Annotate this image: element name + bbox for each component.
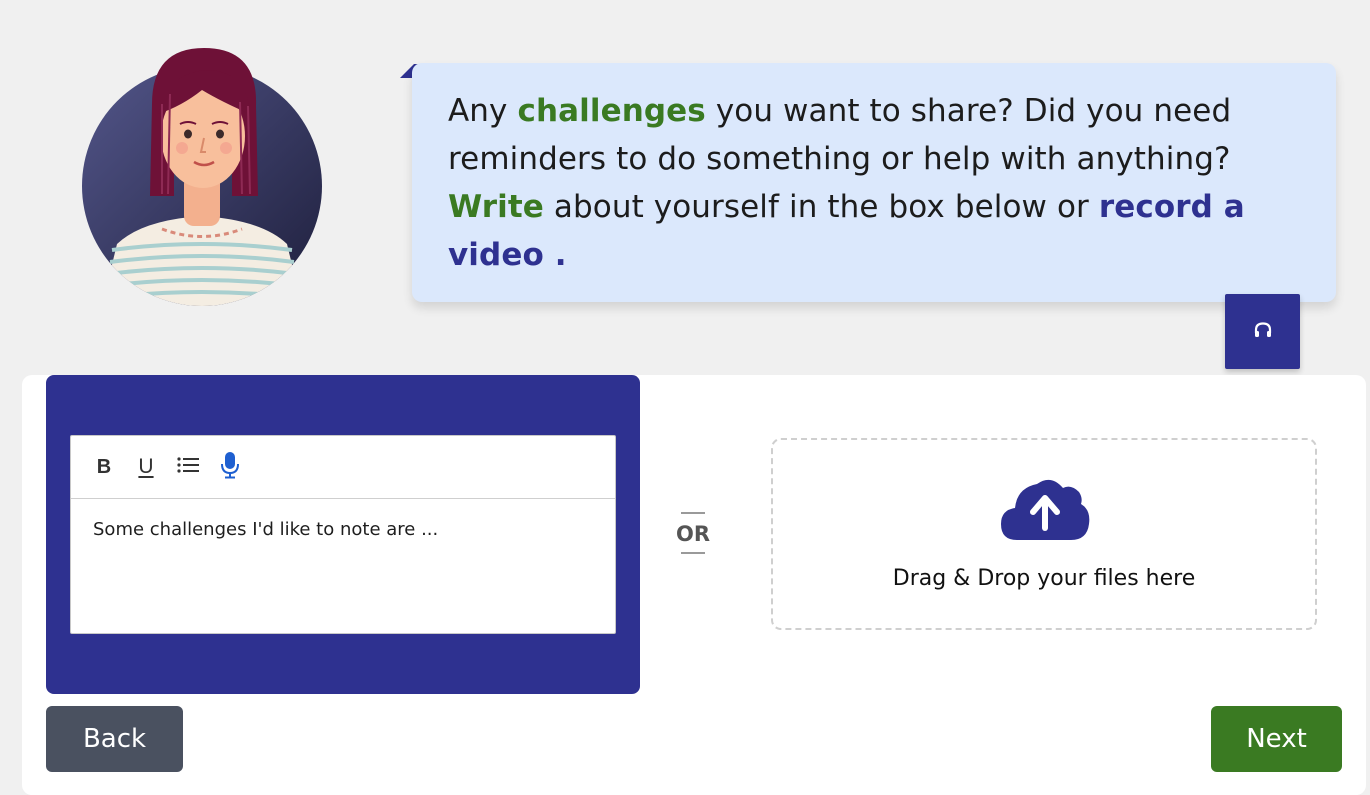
bulleted-list-button[interactable]	[177, 454, 199, 480]
back-button[interactable]: Back	[46, 706, 183, 772]
or-line-top	[681, 512, 705, 514]
dropzone-label: Drag & Drop your files here	[892, 566, 1196, 591]
next-button[interactable]: Next	[1211, 706, 1342, 772]
speech-bubble: Any challenges you want to share? Did yo…	[412, 63, 1336, 302]
or-line-bottom	[681, 552, 705, 554]
highlight-challenges: challenges	[517, 93, 706, 129]
or-separator: OR	[672, 512, 714, 556]
headphones-icon	[1254, 321, 1272, 342]
prompt-text-part: about yourself in the box below or	[543, 189, 1099, 225]
microphone-icon	[221, 451, 239, 483]
editor-textarea[interactable]: Some challenges I'd like to note are ...	[71, 499, 615, 560]
bold-button[interactable]: B	[93, 454, 115, 480]
play-audio-button[interactable]	[1225, 294, 1300, 369]
prompt-text: Any challenges you want to share? Did yo…	[448, 87, 1308, 279]
prompt-text-part: Any	[448, 93, 518, 129]
underline-button[interactable]: U	[135, 454, 157, 480]
file-dropzone[interactable]: Drag & Drop your files here	[771, 438, 1317, 630]
highlight-write: Write	[448, 189, 544, 225]
rich-text-editor: B U Some challenges I'd like to note are…	[70, 435, 616, 634]
editor-toolbar: B U	[71, 436, 615, 499]
avatar	[82, 44, 322, 306]
microphone-button[interactable]	[219, 451, 241, 483]
bulleted-list-icon	[177, 456, 199, 478]
cloud-upload-icon	[999, 474, 1091, 542]
or-label: OR	[675, 522, 711, 546]
